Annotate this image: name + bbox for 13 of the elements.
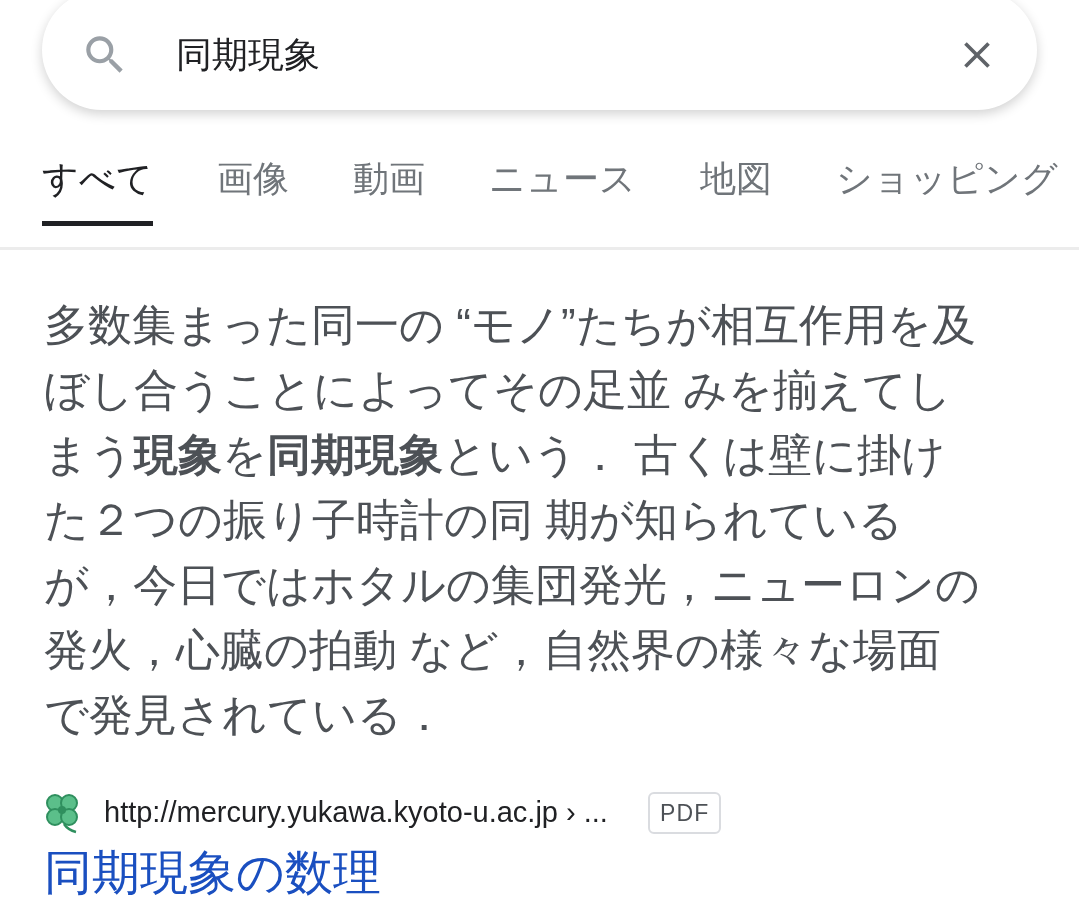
tab[interactable]: 動画 <box>353 142 425 226</box>
search-field[interactable]: 同期現象 <box>42 0 1037 110</box>
clover-icon <box>44 791 80 834</box>
tab[interactable]: すべて <box>42 142 153 226</box>
tab[interactable]: ショッピング <box>836 142 1058 226</box>
tab[interactable]: 画像 <box>217 142 289 226</box>
snippet-text: 多数集まった同一の “モノ”たちが相互作用を及 ぼし合うことによってその足並 みを揃えてし まう現象を同期現象という． 古くは壁に掛け た２つの振り子時計の同 期が知られている が，今日ではホタルの集団発光，ニューロンの 発火，心臓の拍動 など，自然界の様々な場面 で発見されている． <box>44 299 980 741</box>
pdf-badge: PDF <box>647 791 722 834</box>
result-title-link[interactable]: 同期現象の数理 <box>44 840 381 905</box>
tab[interactable]: ニュース <box>489 142 636 226</box>
search-query: 同期現象 <box>176 33 321 77</box>
result-url: http://mercury.yukawa.kyoto-u.ac.jp › ... <box>104 795 608 830</box>
tab[interactable]: 地図 <box>700 142 772 226</box>
